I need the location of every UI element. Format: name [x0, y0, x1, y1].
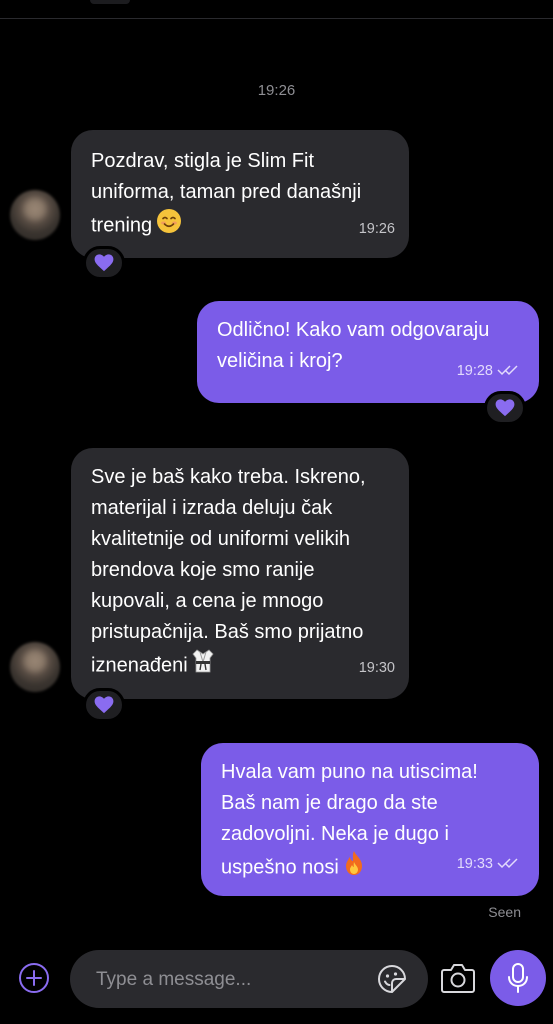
top-status-indicator	[90, 0, 130, 4]
message-text: Odlično! Kako vam odgovaraju veličina i …	[217, 319, 490, 372]
heart-icon	[94, 254, 114, 272]
message-reaction[interactable]	[484, 391, 526, 425]
message-time: 19:30	[358, 660, 395, 676]
message-time: 19:28	[456, 363, 493, 379]
sticker-icon	[378, 965, 406, 993]
message-reaction[interactable]	[83, 246, 125, 280]
header-divider	[0, 18, 553, 19]
add-attachment-button[interactable]	[18, 962, 50, 994]
heart-icon	[495, 399, 515, 417]
contact-avatar[interactable]	[10, 190, 60, 240]
read-ticks-icon	[497, 849, 519, 880]
message-time: 19:26	[358, 221, 395, 237]
message-bubble-incoming[interactable]: Pozdrav, stigla je Slim Fit uniforma, ta…	[71, 130, 409, 258]
smiling-face-icon	[156, 208, 182, 244]
message-bubble-outgoing[interactable]: Odlično! Kako vam odgovaraju veličina i …	[197, 301, 539, 403]
read-ticks-icon	[497, 356, 519, 387]
seen-status: Seen	[488, 904, 521, 920]
microphone-icon	[508, 963, 528, 993]
fire-icon	[343, 850, 365, 886]
sticker-button[interactable]	[376, 963, 408, 995]
message-reaction[interactable]	[83, 688, 125, 722]
contact-avatar[interactable]	[10, 642, 60, 692]
voice-message-button[interactable]	[490, 950, 546, 1006]
message-composer	[70, 950, 428, 1010]
chat-date-time: 19:26	[257, 82, 296, 99]
heart-icon	[94, 696, 114, 714]
message-text: Pozdrav, stigla je Slim Fit uniforma, ta…	[91, 150, 362, 237]
message-time: 19:33	[456, 856, 493, 872]
message-bubble-outgoing[interactable]: Hvala vam puno na utiscima! Baš nam je d…	[201, 743, 539, 896]
message-bubble-incoming[interactable]: Sve je baš kako treba. Iskreno, materija…	[71, 448, 409, 699]
message-input[interactable]	[94, 950, 368, 1010]
karate-uniform-icon	[192, 648, 214, 684]
plus-circle-icon	[19, 963, 49, 993]
camera-button[interactable]	[440, 961, 476, 995]
message-text: Sve je baš kako treba. Iskreno, materija…	[91, 466, 366, 677]
camera-icon	[441, 964, 475, 993]
